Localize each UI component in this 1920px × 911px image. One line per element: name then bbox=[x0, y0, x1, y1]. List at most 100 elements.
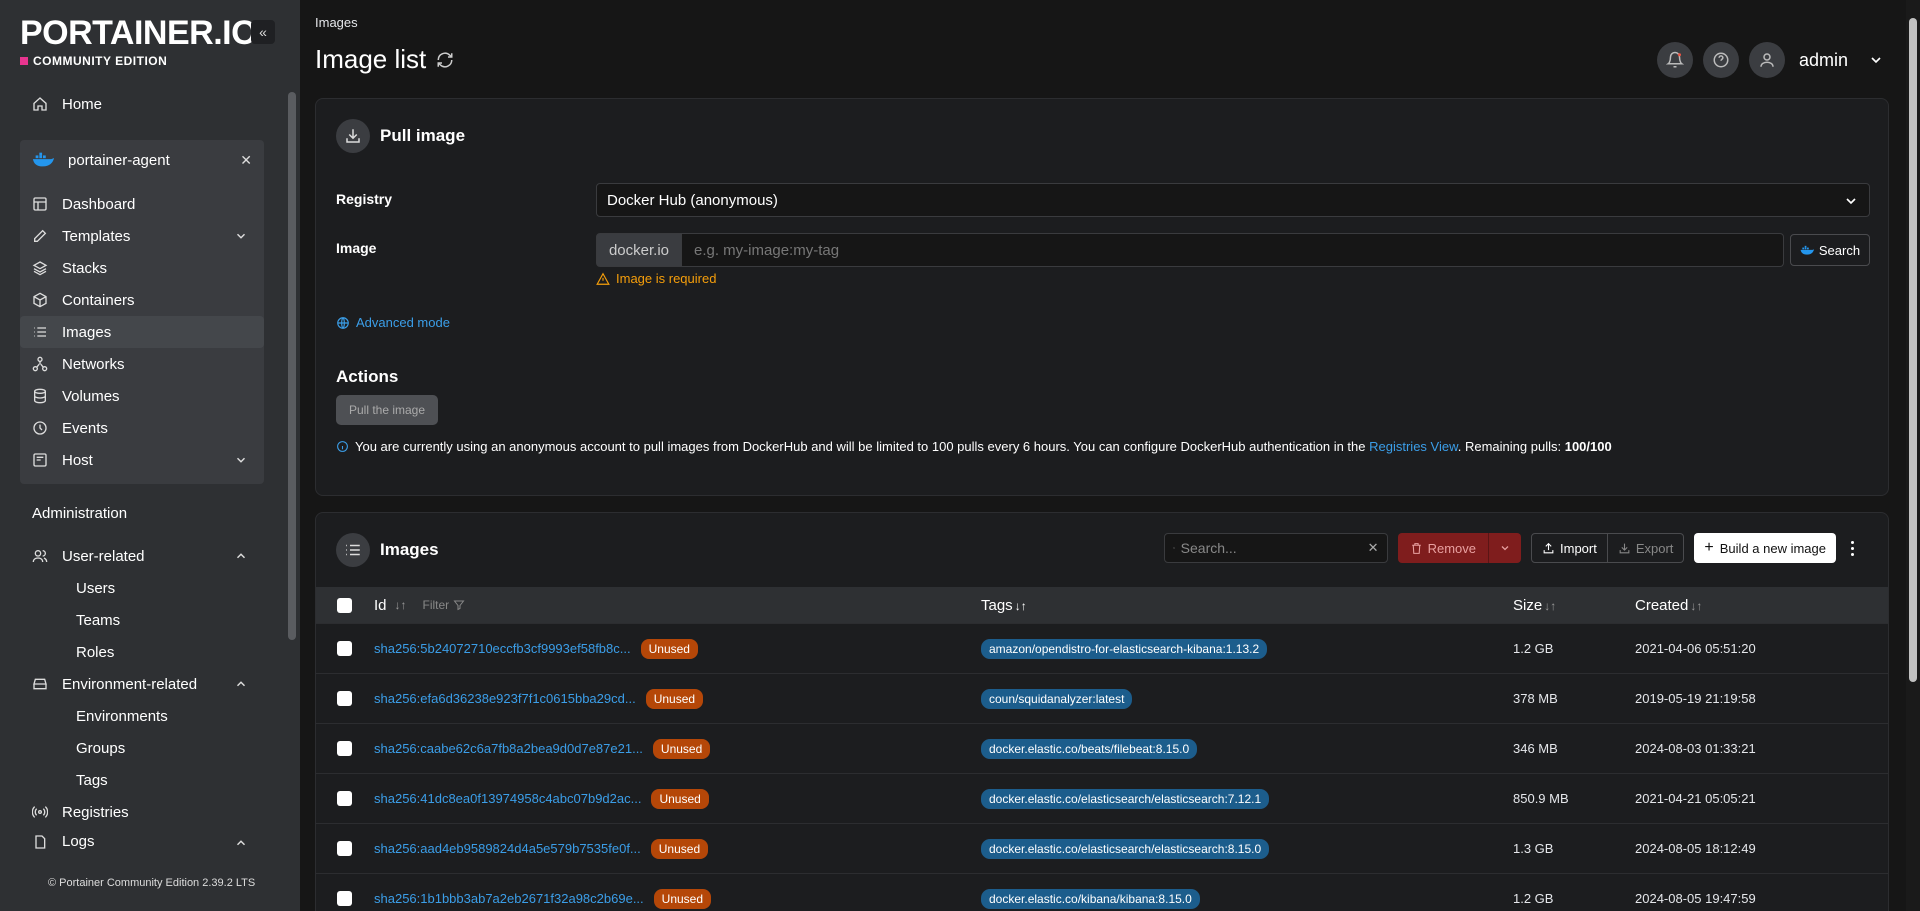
environment-header[interactable]: portainer-agent ✕ bbox=[20, 142, 264, 178]
sort-icon: ↓↑ bbox=[1690, 598, 1703, 613]
advanced-mode-link[interactable]: Advanced mode bbox=[336, 315, 450, 330]
user-icon bbox=[1760, 53, 1774, 67]
column-created[interactable]: Created ↓↑ bbox=[1635, 597, 1702, 614]
sidebar-item-groups[interactable]: Groups bbox=[20, 732, 264, 764]
table-search-input[interactable] bbox=[1180, 540, 1362, 556]
row-checkbox[interactable] bbox=[337, 841, 352, 856]
registry-select[interactable]: Docker Hub (anonymous) bbox=[596, 183, 1870, 217]
registries-view-link[interactable]: Registries View bbox=[1369, 439, 1458, 454]
sidebar-item-stacks[interactable]: Stacks bbox=[20, 252, 264, 284]
column-size[interactable]: Size ↓↑ bbox=[1513, 597, 1556, 614]
sidebar-item-containers[interactable]: Containers bbox=[20, 284, 264, 316]
sidebar-item-templates[interactable]: Templates bbox=[20, 220, 264, 252]
sidebar-item-users[interactable]: Users bbox=[20, 572, 264, 604]
remaining-pulls: 100/100 bbox=[1564, 439, 1612, 454]
registry-prefix: docker.io bbox=[596, 233, 682, 267]
image-tag-cell: docker.elastic.co/elasticsearch/elastics… bbox=[981, 839, 1270, 859]
image-id-link[interactable]: sha256:1b1bbb3ab7a2eb2671f32a98c2b69e... bbox=[374, 891, 644, 906]
users-icon bbox=[32, 550, 48, 563]
sidebar-item-networks[interactable]: Networks bbox=[20, 348, 264, 380]
close-environment-icon[interactable]: ✕ bbox=[240, 152, 252, 169]
image-id-link[interactable]: sha256:efa6d36238e923f7f1c0615bba29cd... bbox=[374, 691, 636, 706]
pull-image-header: Pull image bbox=[336, 119, 465, 153]
sidebar-item-events[interactable]: Events bbox=[20, 412, 264, 444]
sidebar-item-host[interactable]: Host bbox=[20, 444, 264, 476]
column-tags[interactable]: Tags ↓↑ bbox=[981, 597, 1027, 614]
sidebar-item-label: Events bbox=[62, 419, 108, 437]
image-size: 378 MB bbox=[1513, 691, 1558, 706]
sidebar-scrollbar[interactable] bbox=[288, 92, 296, 640]
clear-search-icon[interactable]: ✕ bbox=[1368, 540, 1379, 556]
collapse-sidebar-button[interactable]: « bbox=[251, 20, 275, 44]
chevron-down-icon bbox=[236, 457, 246, 463]
row-checkbox[interactable] bbox=[337, 641, 352, 656]
sidebar-item-environment-related[interactable]: Environment-related bbox=[20, 668, 264, 700]
image-size: 1.2 GB bbox=[1513, 641, 1554, 656]
sidebar-item-label: User-related bbox=[62, 547, 145, 565]
image-tag-cell: amazon/opendistro-for-elasticsearch-kiba… bbox=[981, 639, 1268, 659]
sidebar-item-tags[interactable]: Tags bbox=[20, 764, 264, 796]
user-name[interactable]: admin bbox=[1799, 50, 1848, 71]
image-id-link[interactable]: sha256:aad4eb9589824d4a5e579b7535fe0f... bbox=[374, 841, 641, 856]
avatar[interactable] bbox=[1748, 42, 1785, 78]
chevron-down-icon[interactable] bbox=[1868, 52, 1884, 68]
help-button[interactable] bbox=[1702, 42, 1739, 78]
sidebar-item-volumes[interactable]: Volumes bbox=[20, 380, 264, 412]
images-header: Images bbox=[336, 533, 439, 567]
sidebar-item-roles[interactable]: Roles bbox=[20, 636, 264, 668]
image-tag: docker.elastic.co/elasticsearch/elastics… bbox=[981, 789, 1270, 809]
row-checkbox[interactable] bbox=[337, 791, 352, 806]
portainer-logo[interactable]: PORTAINER.IO COMMUNITY EDITION bbox=[20, 14, 258, 68]
search-icon bbox=[1172, 547, 1175, 549]
image-id-link[interactable]: sha256:5b24072710eccfb3cf9993ef58fb8c... bbox=[374, 641, 631, 656]
search-image-button[interactable]: Search bbox=[1790, 234, 1870, 266]
page-scrollbar[interactable] bbox=[1906, 0, 1920, 911]
image-input[interactable] bbox=[682, 233, 1784, 267]
row-checkbox[interactable] bbox=[337, 741, 352, 756]
export-button[interactable]: Export bbox=[1607, 533, 1685, 563]
sidebar-item-dashboard[interactable]: Dashboard bbox=[20, 188, 264, 220]
pull-image-button[interactable]: Pull the image bbox=[336, 395, 438, 425]
edition-label: COMMUNITY EDITION bbox=[20, 54, 257, 68]
breadcrumb[interactable]: Images bbox=[315, 15, 358, 30]
sidebar-item-environments[interactable]: Environments bbox=[20, 700, 264, 732]
sidebar-item-logs[interactable]: Logs bbox=[20, 828, 264, 850]
volumes-icon bbox=[34, 388, 46, 404]
image-input-group: docker.io bbox=[596, 233, 1784, 267]
id-filter[interactable]: Filter bbox=[423, 598, 466, 612]
refresh-icon[interactable] bbox=[436, 51, 454, 69]
table-row: sha256:5b24072710eccfb3cf9993ef58fb8c...… bbox=[316, 623, 1888, 673]
remove-options-button[interactable] bbox=[1489, 533, 1521, 563]
registries-icon bbox=[32, 806, 48, 818]
select-all-checkbox[interactable] bbox=[337, 597, 352, 613]
sort-icon: ↓↑ bbox=[394, 598, 407, 612]
stacks-icon bbox=[32, 261, 48, 276]
import-button[interactable]: Import bbox=[1531, 533, 1608, 563]
image-id-cell: sha256:41dc8ea0f13974958c4abc07b9d2ac...… bbox=[374, 788, 709, 809]
table-row: sha256:efa6d36238e923f7f1c0615bba29cd...… bbox=[316, 673, 1888, 723]
dockerhub-info: You are currently using an anonymous acc… bbox=[336, 439, 1612, 454]
image-id-link[interactable]: sha256:caabe62c6a7fb8a2bea9d0d7e87e21... bbox=[374, 741, 643, 756]
row-checkbox[interactable] bbox=[337, 691, 352, 706]
image-size: 850.9 MB bbox=[1513, 791, 1569, 806]
environment-icon bbox=[33, 678, 47, 690]
column-id[interactable]: Id ↓↑ Filter bbox=[374, 597, 465, 614]
sidebar-item-label: Networks bbox=[62, 355, 125, 373]
remove-button[interactable]: Remove bbox=[1397, 533, 1489, 563]
chevron-up-icon bbox=[236, 681, 246, 687]
notifications-button[interactable] bbox=[1656, 42, 1693, 78]
more-options-icon[interactable] bbox=[1846, 539, 1858, 557]
chevron-down-icon bbox=[1501, 546, 1509, 551]
image-id-link[interactable]: sha256:41dc8ea0f13974958c4abc07b9d2ac... bbox=[374, 791, 641, 806]
status-badge: Unused bbox=[640, 638, 698, 659]
sidebar-item-images[interactable]: Images bbox=[20, 316, 264, 348]
sidebar-item-user-related[interactable]: User-related bbox=[20, 540, 264, 572]
sidebar-item-home[interactable]: Home bbox=[20, 88, 264, 120]
sidebar-item-registries[interactable]: Registries bbox=[20, 796, 264, 828]
sidebar-item-label: Logs bbox=[62, 833, 95, 850]
row-checkbox[interactable] bbox=[337, 891, 352, 906]
sidebar-item-label: Registries bbox=[62, 803, 129, 821]
sidebar-item-teams[interactable]: Teams bbox=[20, 604, 264, 636]
bell-icon bbox=[1665, 51, 1684, 68]
build-image-button[interactable]: + Build a new image bbox=[1694, 533, 1836, 563]
